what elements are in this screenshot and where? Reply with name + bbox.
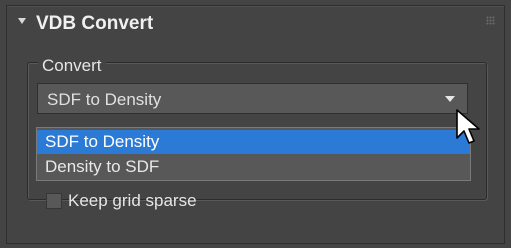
rollout-title[interactable]: VDB Convert [36, 13, 153, 35]
dropdown-option-sdf-to-density[interactable]: SDF to Density [37, 130, 470, 154]
dropdown-option-density-to-sdf[interactable]: Density to SDF [37, 155, 470, 179]
rollout-header[interactable]: VDB Convert [7, 6, 504, 42]
keep-grid-sparse-label[interactable]: Keep grid sparse [68, 191, 197, 211]
grip-dots-icon[interactable] [486, 16, 495, 25]
convert-mode-dropdown-list: SDF to Density Density to SDF [36, 127, 471, 181]
combobox-value: SDF to Density [47, 90, 162, 109]
mouse-pointer-icon [456, 109, 480, 144]
convert-mode-combobox[interactable]: SDF to Density [37, 83, 468, 114]
keep-grid-sparse-checkbox[interactable] [46, 193, 62, 209]
convert-group-label: Convert [38, 56, 106, 76]
viewport: VDB Convert Convert SDF to Density SDF t… [0, 0, 511, 248]
chevron-down-icon[interactable] [445, 96, 455, 102]
collapse-triangle-icon[interactable] [18, 18, 26, 24]
